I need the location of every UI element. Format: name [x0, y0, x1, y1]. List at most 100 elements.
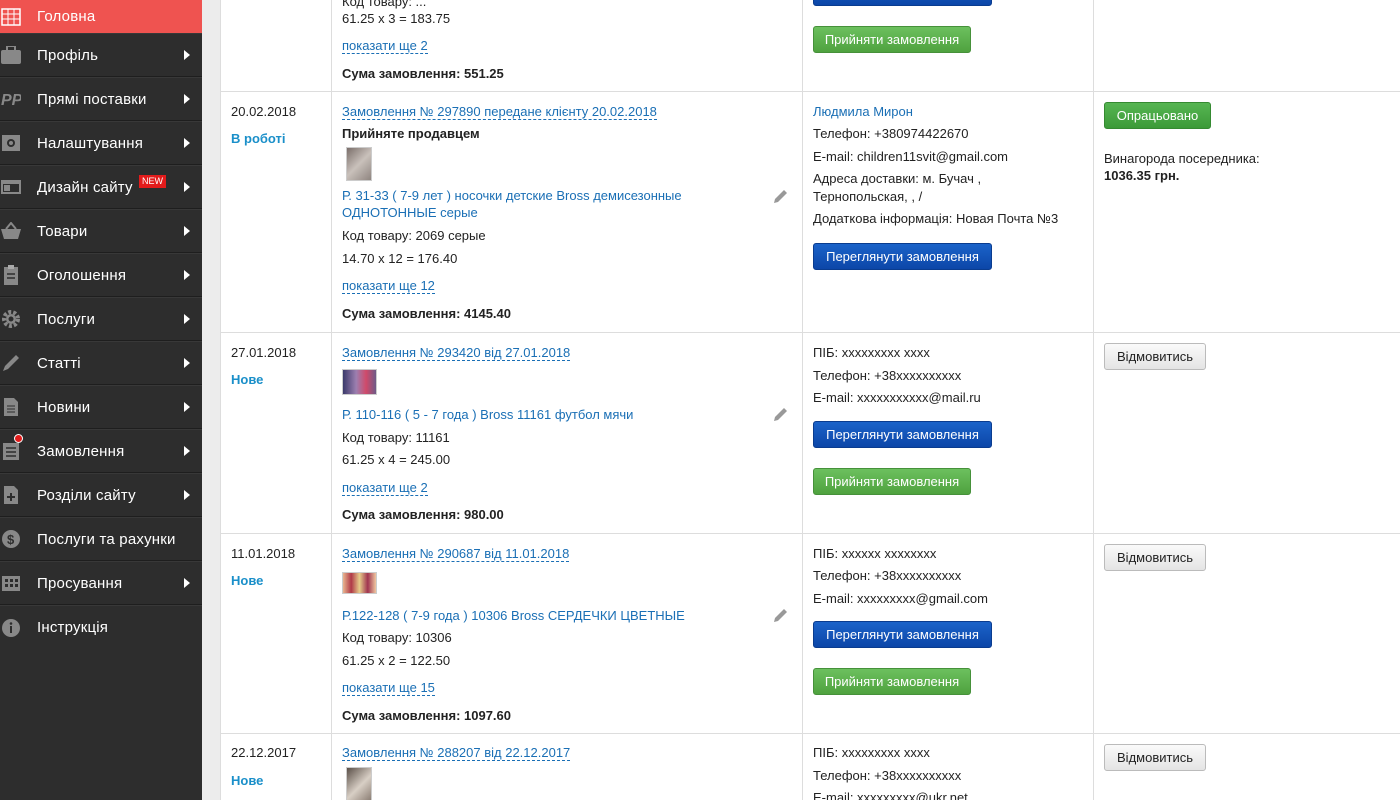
order-title-link[interactable]: Замовлення № 293420 від 27.01.2018	[342, 345, 571, 361]
view-order-button[interactable]: Переглянути замовлення	[813, 421, 992, 448]
sidebar-item-label: Товари	[37, 222, 88, 240]
order-total: Сума замовлення: 551.25	[342, 66, 504, 81]
edit-pencil-icon[interactable]	[772, 606, 790, 624]
processed-button[interactable]: Опрацьовано	[1104, 102, 1211, 129]
table-row: 27.01.2018 Нове Замовлення № 293420 від …	[221, 333, 1400, 534]
order-status: Нове	[231, 372, 264, 387]
sidebar-item-orders[interactable]: Замовлення	[0, 429, 202, 473]
customer-name: ПІБ: xxxxxxxxx xxxx	[813, 345, 930, 360]
sidebar-item-label: Оголошення	[37, 266, 127, 284]
order-title-link[interactable]: Замовлення № 288207 від 22.12.2017	[342, 745, 571, 761]
product-qty-line: 61.25 x 3 = 183.75	[342, 11, 451, 26]
customer-name: ПІБ: xxxxxxxxx xxxx	[813, 745, 930, 760]
building-icon	[0, 572, 22, 594]
accept-order-button[interactable]: Прийняти замовлення	[813, 26, 971, 53]
product-code: Код товару: 11161	[342, 430, 450, 445]
sidebar-item-label: Профіль	[37, 46, 99, 64]
refuse-button[interactable]: Відмовитись	[1104, 744, 1206, 771]
reward-value: 1036.35 грн.	[1104, 168, 1180, 183]
accept-order-button[interactable]: Прийняти замовлення	[813, 468, 971, 495]
customer-phone: Телефон: +38xxxxxxxxxx	[813, 568, 962, 583]
order-total: Сума замовлення: 980.00	[342, 507, 504, 522]
product-link[interactable]: Р.122-128 ( 7-9 года ) 10306 Bross СЕРДЕ…	[342, 608, 685, 623]
order-date: 27.01.2018	[231, 345, 297, 360]
sidebar-item-settings[interactable]: Налаштування	[0, 121, 202, 165]
svg-text:$: $	[7, 532, 15, 547]
sidebar-item-articles[interactable]: Статті	[0, 341, 202, 385]
accept-order-button[interactable]: Прийняти замовлення	[813, 668, 971, 695]
sidebar-item-label: Статті	[37, 354, 81, 372]
chevron-right-icon	[184, 270, 190, 280]
product-thumbnail[interactable]	[342, 572, 377, 594]
settings-icon	[0, 132, 22, 154]
order-title-link[interactable]: Замовлення № 297890 передане клієнту 20.…	[342, 104, 657, 120]
sidebar-item-site-sections[interactable]: Розділи сайту	[0, 473, 202, 517]
view-order-button[interactable]	[813, 0, 992, 6]
product-code: Код товару: 2069 серые	[342, 228, 486, 243]
dollar-icon: $	[0, 528, 22, 550]
product-link[interactable]: Р. 110-116 ( 5 - 7 года ) Bross 11161 фу…	[342, 407, 633, 422]
info-icon	[0, 617, 22, 639]
order-total: Сума замовлення: 4145.40	[342, 306, 511, 321]
sidebar: Головна Профіль PP Прямі поставки Налашт…	[0, 0, 202, 800]
sidebar-item-news[interactable]: Новини	[0, 385, 202, 429]
show-more-link[interactable]: показати ще 2	[342, 38, 428, 54]
view-order-button[interactable]: Переглянути замовлення	[813, 621, 992, 648]
show-more-link[interactable]: показати ще 12	[342, 278, 435, 294]
edit-pencil-icon[interactable]	[772, 187, 790, 205]
refuse-button[interactable]: Відмовитись	[1104, 343, 1206, 370]
edit-pencil-icon[interactable]	[772, 405, 790, 423]
chevron-right-icon	[184, 138, 190, 148]
show-more-link[interactable]: показати ще 15	[342, 680, 435, 696]
svg-text:PP: PP	[1, 92, 21, 108]
notification-dot	[14, 434, 23, 443]
grid-icon	[0, 6, 22, 28]
sidebar-item-label: Інструкція	[37, 619, 109, 636]
product-link[interactable]: ОДНОТОННЫЕ серые	[342, 205, 478, 220]
order-total: Сума замовлення: 1097.60	[342, 708, 511, 723]
sidebar-item-label: Послуги	[37, 310, 96, 328]
customer-phone: Телефон: +38xxxxxxxxxx	[813, 368, 962, 383]
refuse-button[interactable]: Відмовитись	[1104, 544, 1206, 571]
customer-email: E-mail: children11svit@gmail.com	[813, 149, 1009, 164]
sidebar-item-label: Головна	[37, 8, 96, 25]
product-qty-line: Код товару: ...	[342, 0, 427, 9]
product-qty-line: 14.70 x 12 = 176.40	[342, 251, 458, 266]
sidebar-item-services-bills[interactable]: $ Послуги та рахунки	[0, 517, 202, 561]
order-date: 20.02.2018	[231, 104, 297, 119]
sidebar-item-direct-supply[interactable]: PP Прямі поставки	[0, 77, 202, 121]
customer-email: E-mail: xxxxxxxxx@ukr.net	[813, 790, 968, 800]
product-thumbnail[interactable]	[346, 147, 372, 181]
chevron-right-icon	[184, 402, 190, 412]
product-qty-line: 61.25 x 2 = 122.50	[342, 653, 451, 668]
sidebar-item-ads[interactable]: Оголошення	[0, 253, 202, 297]
delivery-address: Тернопольская, , /	[813, 189, 923, 204]
sidebar-item-label: Послуги та рахунки	[37, 530, 176, 548]
customer-name-link[interactable]: Людмила Мирон	[813, 104, 913, 119]
product-link[interactable]: Р. 31-33 ( 7-9 лет ) носочки детские Bro…	[342, 188, 682, 203]
delivery-address: Адреса доставки: м. Бучач ,	[813, 171, 982, 186]
sidebar-item-profile[interactable]: Профіль	[0, 33, 202, 77]
order-status: В роботі	[231, 131, 286, 146]
sidebar-item-home[interactable]: Головна	[0, 0, 202, 33]
chevron-right-icon	[184, 226, 190, 236]
table-row: Код товару: ... 61.25 x 3 = 183.75 показ…	[221, 0, 1400, 92]
orders-table: Код товару: ... 61.25 x 3 = 183.75 показ…	[220, 0, 1400, 800]
sidebar-item-label: Розділи сайту	[37, 486, 136, 504]
order-title-link[interactable]: Замовлення № 290687 від 11.01.2018	[342, 546, 570, 562]
sidebar-item-services[interactable]: Послуги	[0, 297, 202, 341]
show-more-link[interactable]: показати ще 2	[342, 480, 428, 496]
sidebar-item-site-design[interactable]: Дизайн сайту NEW	[0, 165, 202, 209]
chevron-right-icon	[184, 182, 190, 192]
chevron-right-icon	[184, 358, 190, 368]
sidebar-item-promotion[interactable]: Просування	[0, 561, 202, 605]
chevron-right-icon	[184, 94, 190, 104]
product-thumbnail[interactable]	[342, 369, 377, 395]
view-order-button[interactable]: Переглянути замовлення	[813, 243, 992, 270]
product-thumbnail[interactable]	[346, 767, 372, 800]
customer-name: ПІБ: xxxxxx xxxxxxxx	[813, 546, 937, 561]
sidebar-item-products[interactable]: Товари	[0, 209, 202, 253]
sidebar-item-label: Прямі поставки	[37, 90, 147, 108]
gear-icon	[0, 308, 22, 330]
sidebar-item-instructions[interactable]: Інструкція	[0, 605, 202, 649]
